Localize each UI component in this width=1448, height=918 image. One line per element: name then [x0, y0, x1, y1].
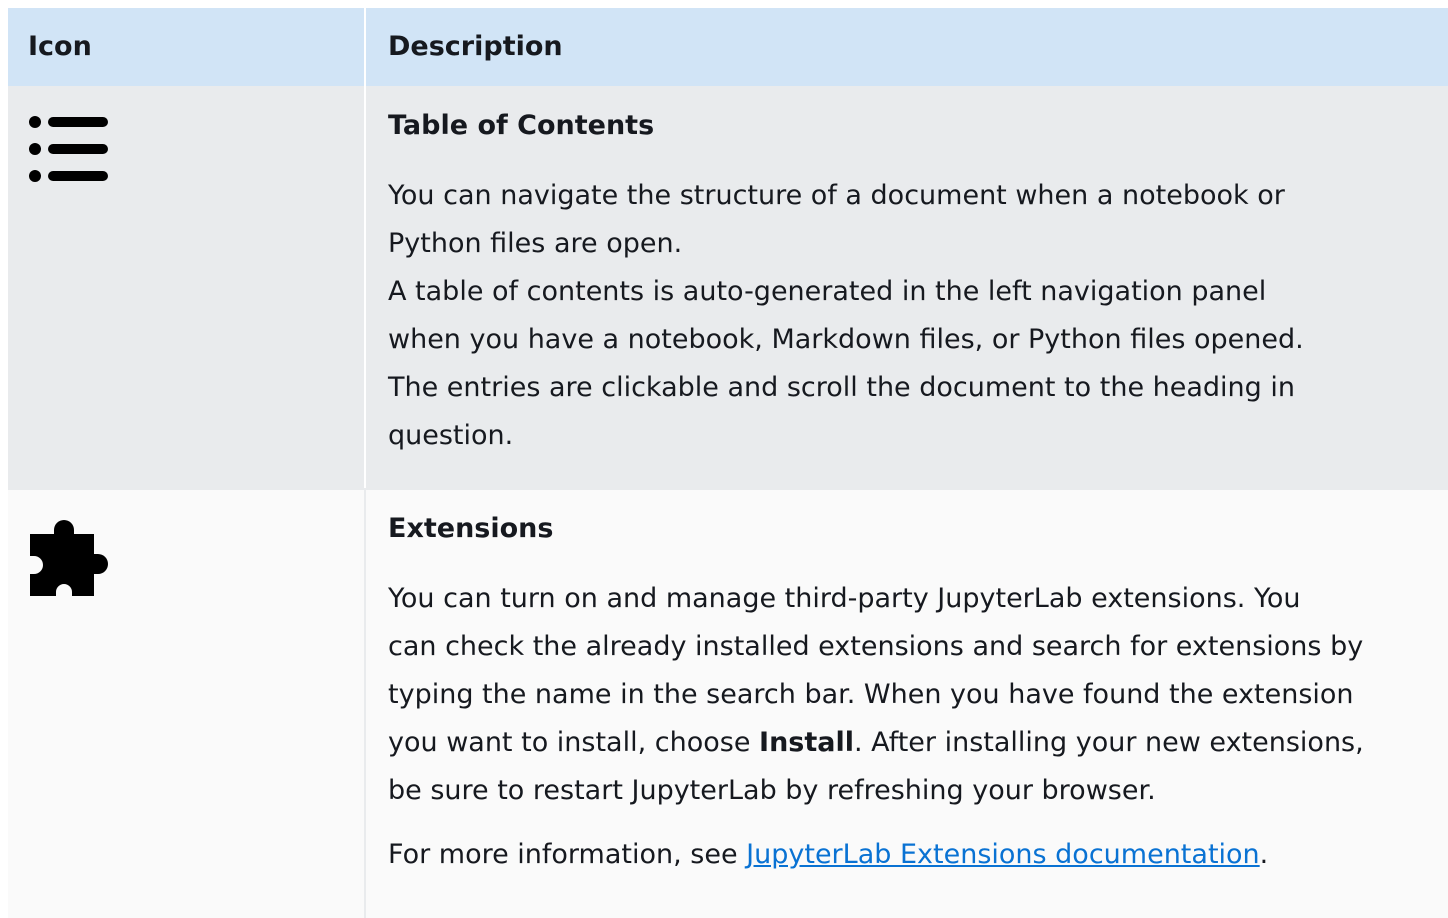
- extensions-description-line: You can turn on and manage third-party J…: [388, 583, 1301, 614]
- toc-description-line: Python files are open.: [388, 228, 683, 259]
- toc-description-line: question.: [388, 420, 514, 451]
- extensions-description-line: can check the already installed extensio…: [388, 631, 1364, 662]
- icons-table: Icon Description Table of Contents You c…: [8, 8, 1448, 918]
- description-cell: Table of Contents You can navigate the s…: [366, 86, 1448, 488]
- table-header-row: Icon Description: [8, 8, 1448, 86]
- extensions-description-line: be sure to restart JupyterLab by refresh…: [388, 775, 1156, 806]
- toc-description-line: A table of contents is auto-generated in…: [388, 276, 1267, 307]
- icon-cell: [8, 490, 366, 918]
- line-text: . After installing your new extensions,: [854, 727, 1364, 758]
- more-info-text: For more information, see: [388, 839, 747, 870]
- toc-description-line: when you have a notebook, Markdown files…: [388, 324, 1304, 355]
- header-description-column: Description: [388, 31, 563, 62]
- toc-description-line: You can navigate the structure of a docu…: [388, 180, 1285, 211]
- icon-cell: [8, 86, 366, 488]
- table-row: Extensions You can turn on and manage th…: [8, 490, 1448, 918]
- extensions-description-line: you want to install, choose Install. Aft…: [388, 719, 1428, 767]
- extensions-title: Extensions: [388, 513, 554, 544]
- puzzle-piece-icon: [30, 520, 108, 596]
- more-info-paragraph: For more information, see JupyterLab Ext…: [388, 831, 1428, 879]
- list-icon: [29, 116, 108, 182]
- more-info-period: .: [1259, 839, 1269, 870]
- table-row: Table of Contents You can navigate the s…: [8, 86, 1448, 490]
- toc-description-line: The entries are clickable and scroll the…: [388, 372, 1295, 403]
- toc-title: Table of Contents: [388, 110, 655, 141]
- extensions-description-line: typing the name in the search bar. When …: [388, 679, 1354, 710]
- line-text: you want to install, choose: [388, 727, 760, 758]
- jupyterlab-extensions-doc-link[interactable]: JupyterLab Extensions documentation: [746, 839, 1260, 870]
- install-label: Install: [759, 727, 855, 758]
- description-cell: Extensions You can turn on and manage th…: [366, 490, 1448, 918]
- header-icon-column: Icon: [8, 8, 366, 86]
